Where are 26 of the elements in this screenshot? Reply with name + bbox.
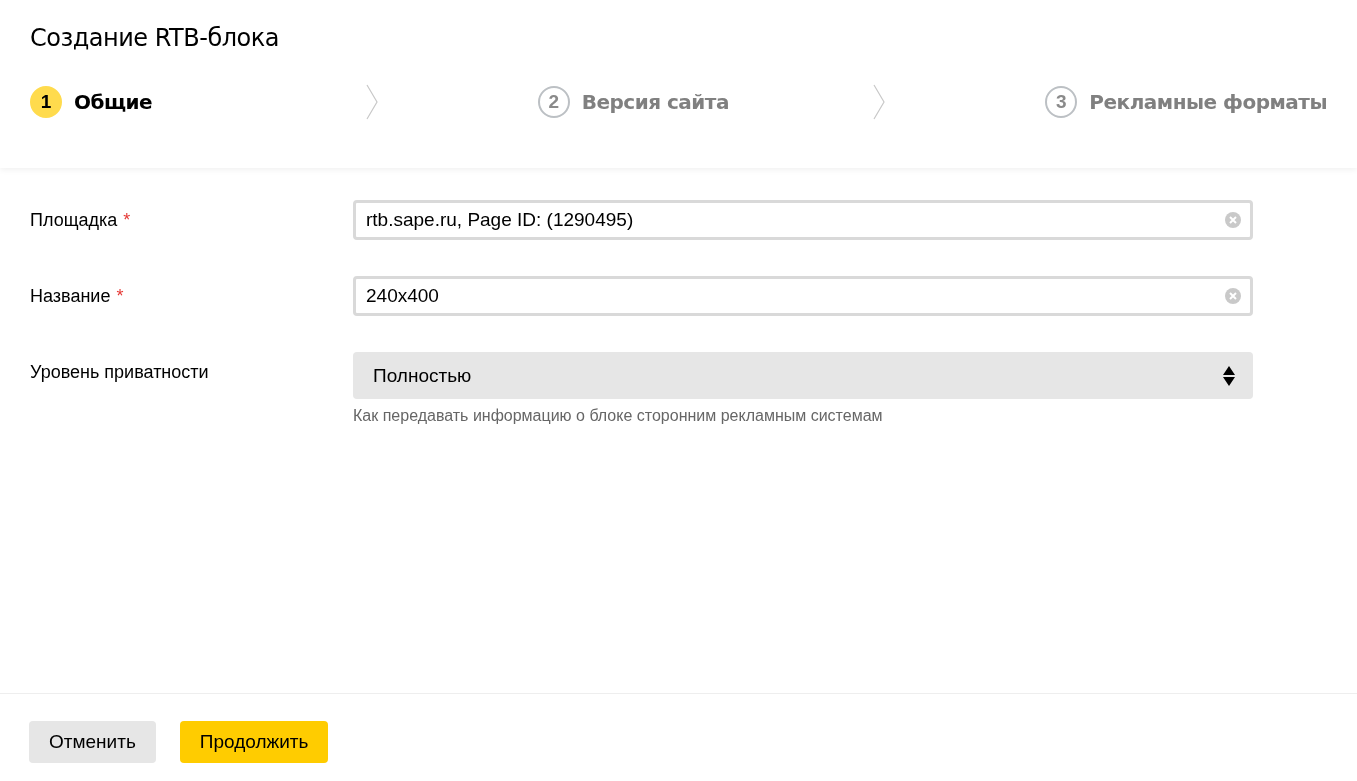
step-tab[interactable]: 3 Рекламные форматы xyxy=(1045,86,1327,118)
text-input-field[interactable]: 240x400 xyxy=(353,276,1253,316)
step-number: 2 xyxy=(537,86,570,118)
step-label: Версия сайта xyxy=(581,90,729,114)
privacy-select[interactable]: Полностью xyxy=(353,352,1253,399)
sort-arrows-icon xyxy=(1223,365,1235,386)
field-label: Уровень приватности xyxy=(30,362,209,382)
field-label: Название xyxy=(30,286,111,306)
required-mark: * xyxy=(116,286,124,306)
field-label: Площадка xyxy=(30,210,118,230)
text-input-field[interactable]: rtb.sape.ru, Page ID: (1290495) xyxy=(353,200,1253,240)
cancel-button[interactable]: Отменить xyxy=(29,721,156,763)
chevron-icon xyxy=(365,84,378,120)
step-number: 1 xyxy=(30,86,62,118)
step-tab[interactable]: 1 Общие xyxy=(30,86,366,118)
clear-icon[interactable] xyxy=(1224,287,1242,305)
continue-button[interactable]: Продолжить xyxy=(179,721,329,763)
page-title: Создание RTB-блока xyxy=(30,23,280,54)
step-label: Рекламные форматы xyxy=(1089,90,1327,114)
step-number: 3 xyxy=(1045,86,1078,118)
step-label: Общие xyxy=(74,90,153,114)
chevron-icon xyxy=(873,84,886,120)
clear-icon[interactable] xyxy=(1224,211,1242,229)
field-hint: Как передавать информацию о блоке сторонним рекламным системам xyxy=(353,407,884,425)
required-mark: * xyxy=(123,210,131,230)
step-tab[interactable]: 2 Версия сайта xyxy=(537,86,874,118)
